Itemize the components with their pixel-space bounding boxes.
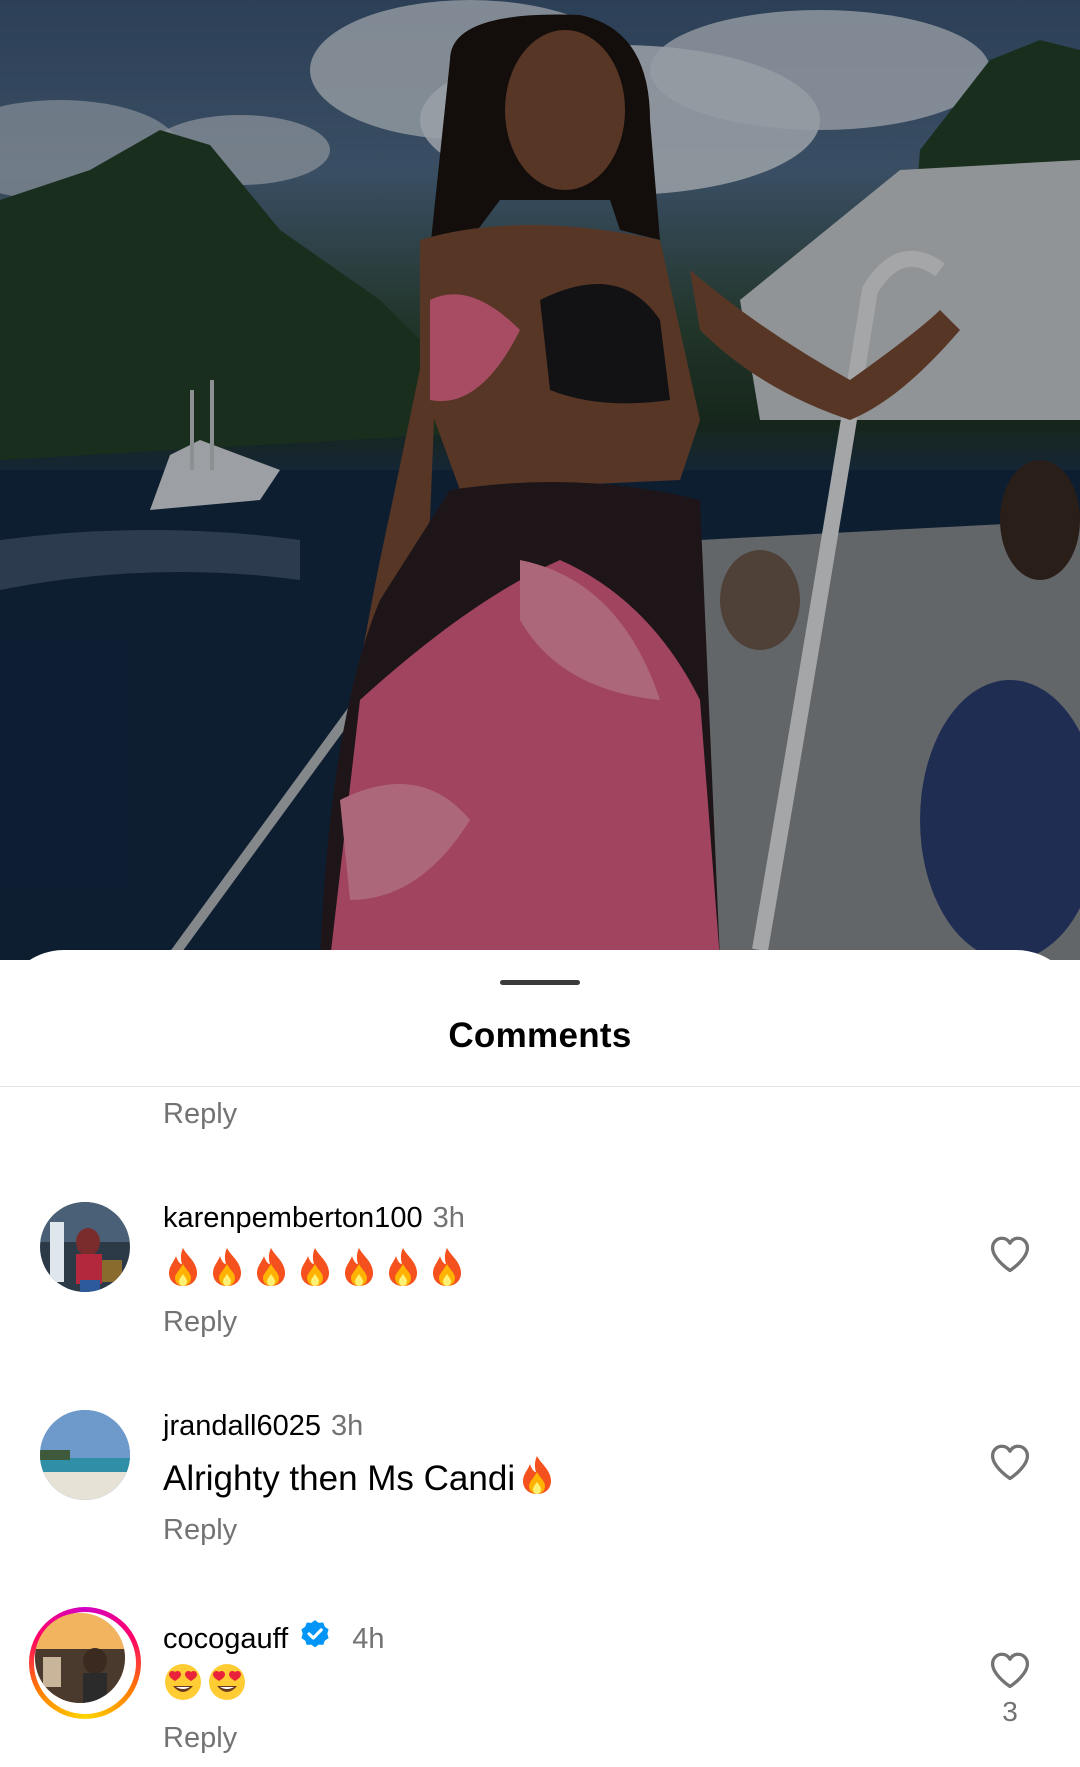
drag-handle[interactable] [500,980,580,985]
comment-text [163,1246,467,1288]
comment-text [163,1662,247,1702]
fire-emoji [301,1248,329,1286]
comment-item: cocogauff 4h Reply 3 [0,1607,1080,1767]
username[interactable]: karenpemberton100 [163,1202,423,1234]
comment-text: Alrighty then Ms Candi [163,1454,557,1499]
comment-meta: cocogauff 4h [163,1618,385,1656]
timestamp: 3h [331,1410,364,1442]
fire-emoji [523,1456,552,1494]
avatar[interactable] [40,1410,130,1500]
comment-meta: karenpemberton100 3h [163,1202,465,1235]
heart-outline-icon[interactable] [988,1232,1032,1276]
comments-sheet: Comments Reply karenpemberton100 3h Repl… [0,950,1080,1767]
reply-button[interactable]: Reply [163,1722,237,1755]
timestamp: 4h [352,1623,385,1655]
heart-outline-icon[interactable] [988,1440,1032,1484]
fire-emoji [257,1248,285,1286]
comment-item: jrandall6025 3h Alrighty then Ms Candi Re… [0,1410,1080,1560]
comment-body: Alrighty then Ms Candi [163,1459,516,1498]
story-ring[interactable] [29,1607,141,1719]
heart-eyes-emoji [209,1664,245,1700]
reply-button[interactable]: Reply [163,1098,237,1131]
photo-dim-overlay [0,0,1080,960]
post-photo [0,0,1080,960]
username[interactable]: jrandall6025 [163,1410,321,1442]
header-divider [0,1086,1080,1087]
comment-meta: jrandall6025 3h [163,1410,363,1443]
reply-button[interactable]: Reply [163,1514,237,1547]
comment-item: karenpemberton100 3h Reply [0,1202,1080,1352]
verified-badge-icon [301,1620,329,1648]
username[interactable]: cocogauff [163,1623,288,1655]
reply-button[interactable]: Reply [163,1306,237,1339]
sheet-title: Comments [448,1016,632,1055]
fire-emoji [433,1248,461,1286]
avatar[interactable] [40,1202,130,1292]
like-count: 3 [1002,1696,1018,1727]
fire-emoji [389,1248,417,1286]
heart-eyes-emoji [165,1664,201,1700]
fire-emoji [213,1248,241,1286]
timestamp: 3h [432,1202,465,1234]
avatar[interactable] [35,1613,125,1703]
fire-emoji [345,1248,373,1286]
fire-emoji [169,1248,197,1286]
heart-outline-icon[interactable] [988,1648,1032,1692]
